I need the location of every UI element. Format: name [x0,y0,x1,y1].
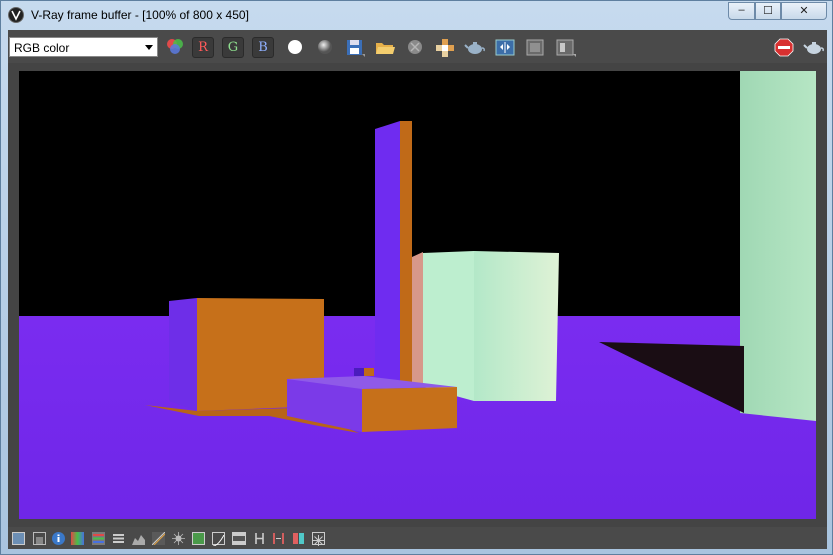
small-cube-right [364,368,374,376]
grey-sphere-icon[interactable] [314,37,336,58]
save-icon[interactable] [344,37,366,58]
pillar-left-face [375,121,400,386]
bottom-toolbar [8,527,827,549]
stereo-cyan-icon[interactable] [292,532,305,545]
small-cube-left [354,368,364,376]
color-corrections-icon[interactable] [71,532,84,545]
window-title: V-Ray frame buffer - [100% of 800 x 450] [31,8,249,22]
clear-image-icon[interactable] [404,37,426,58]
background-image-icon[interactable] [192,532,205,545]
stereo-red-icon[interactable] [272,532,285,545]
stop-render-icon[interactable] [773,37,795,58]
hsl-icon[interactable] [92,532,105,545]
red-channel-button[interactable]: R [192,37,214,58]
color-channels-icon[interactable] [165,37,187,58]
close-button[interactable]: ✕ [781,2,827,20]
top-toolbar: RGB color R G B [8,30,827,63]
film-strip-icon[interactable] [33,532,46,545]
maximize-button[interactable]: ☐ [755,2,781,20]
minimize-button[interactable]: – [728,2,755,20]
channel-select-value: RGB color [14,41,70,55]
render-viewport[interactable] [19,71,816,519]
vfb-window: V-Ray frame buffer - [100% of 800 x 450]… [0,0,833,555]
green-box-front [474,251,559,401]
green-box-edge [412,252,423,387]
green-box-left [423,251,474,401]
open-folder-icon[interactable] [374,37,396,58]
close-icon: ✕ [799,5,809,17]
image-info-icon[interactable] [12,532,25,545]
left-box-side [169,298,197,411]
settings-star-icon[interactable] [312,532,325,546]
layers-icon[interactable] [554,37,576,58]
low-box-front [362,387,457,432]
channel-select[interactable]: RGB color [9,37,158,57]
right-wall [740,71,816,421]
pixel-aspect-icon[interactable] [253,532,266,545]
title-bar[interactable]: V-Ray frame buffer - [100% of 800 x 450]… [1,1,832,29]
chevron-down-icon [145,45,153,50]
rendered-image [19,71,816,519]
maximize-icon: ☐ [763,5,773,17]
info-icon[interactable] [52,532,65,545]
render-teapot-icon[interactable] [803,37,825,58]
history-icon[interactable] [524,37,546,58]
histogram-icon[interactable] [132,532,145,545]
curves-icon[interactable] [151,531,168,546]
levels-icon[interactable] [112,532,125,545]
track-mouse-icon[interactable] [434,37,456,58]
vray-logo-icon [8,7,24,23]
white-circle-icon[interactable] [284,37,306,58]
teapot-render-region-icon[interactable] [464,37,486,58]
green-channel-button[interactable]: G [222,37,244,58]
pillar-right-face [400,121,412,386]
minimize-icon: – [738,4,745,16]
compare-ab-icon[interactable] [494,37,516,58]
exposure-icon[interactable] [172,532,185,545]
lut-icon[interactable] [232,532,246,545]
lut-curve-icon[interactable] [212,532,225,547]
blue-channel-button[interactable]: B [252,37,274,58]
vfb-client-area: RGB color R G B [8,30,827,549]
